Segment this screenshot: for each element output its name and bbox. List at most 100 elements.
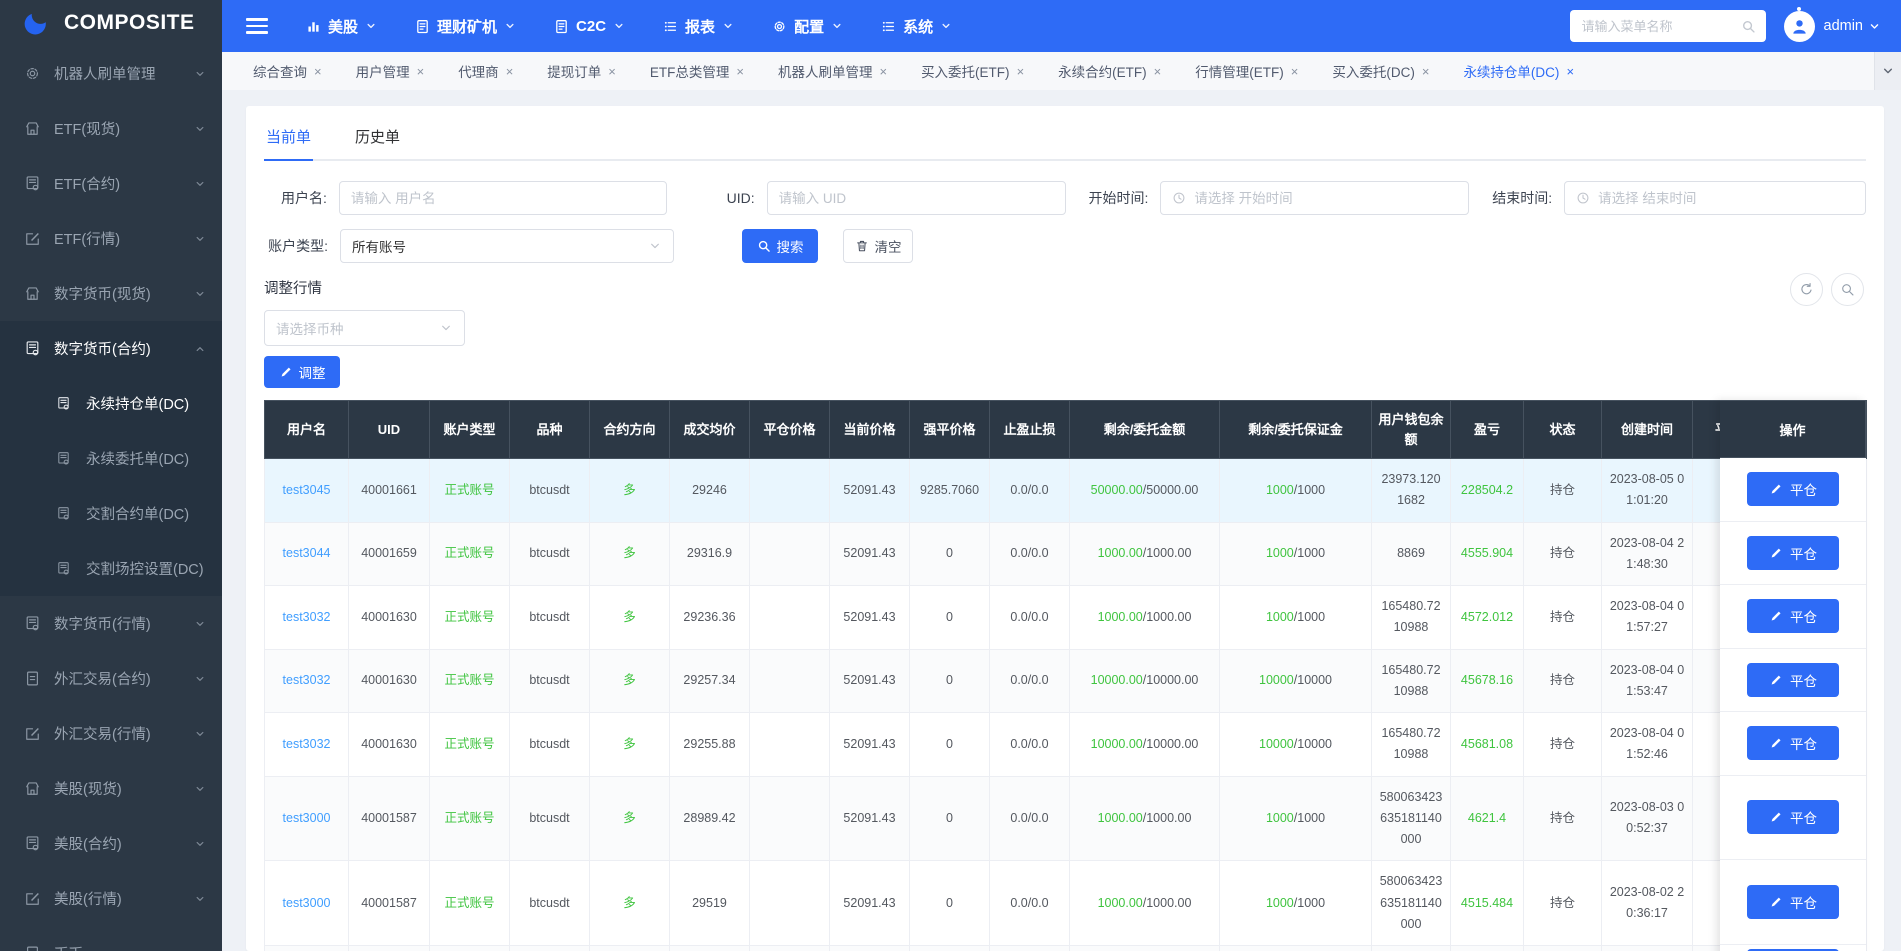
refresh-icon[interactable]	[1790, 273, 1823, 306]
username-link[interactable]: test3045	[283, 483, 331, 497]
close-position-button[interactable]: 平仓	[1747, 662, 1839, 697]
table-cell: 40001659	[348, 522, 430, 586]
open-tab[interactable]: 买入委托(DC) ×	[1315, 61, 1446, 81]
open-tab[interactable]: 行情管理(ETF) ×	[1178, 61, 1315, 81]
table-cell: test3032	[264, 649, 349, 713]
table-cell: 0.0/0.0	[989, 458, 1070, 523]
open-tab[interactable]: 提现订单 ×	[530, 61, 633, 81]
search-button[interactable]: 搜索	[742, 229, 818, 263]
open-tab[interactable]: 综合查询 ×	[236, 61, 339, 81]
username-field[interactable]	[338, 181, 668, 215]
table-cell	[749, 649, 830, 713]
avatar[interactable]	[1783, 6, 1815, 42]
username-link[interactable]: test3000	[283, 811, 331, 825]
sidebar-item-外汇交易(行情)[interactable]: 外汇交易(行情)	[0, 706, 222, 761]
sidebar-item-交割合约单(DC)[interactable]: 交割合约单(DC)	[0, 486, 222, 541]
close-position-button[interactable]: 平仓	[1747, 599, 1839, 634]
sidebar-item-美股(合约)[interactable]: 美股(合约)	[0, 816, 222, 871]
close-icon[interactable]: ×	[1291, 65, 1299, 78]
menu-search-box[interactable]	[1569, 10, 1766, 42]
sidebar-item-永续委托单(DC)[interactable]: 永续委托单(DC)	[0, 431, 222, 486]
table-cell: 0.0/0.0	[989, 860, 1070, 946]
open-tab[interactable]: 机器人刷单管理 ×	[761, 61, 904, 81]
close-icon[interactable]: ×	[1017, 65, 1025, 78]
table-cell: 0	[909, 776, 990, 862]
admin-username[interactable]: admin	[1824, 18, 1864, 34]
sidebar-item-美股(行情)[interactable]: 美股(行情)	[0, 871, 222, 926]
close-icon[interactable]: ×	[417, 65, 425, 78]
end-time-field[interactable]	[1564, 181, 1866, 215]
clear-button[interactable]: 清空	[843, 229, 913, 263]
sidebar-item-数字货币(现货)[interactable]: 数字货币(现货)	[0, 266, 222, 321]
start-time-input[interactable]	[1194, 190, 1458, 206]
close-icon[interactable]: ×	[1566, 65, 1574, 78]
close-icon[interactable]: ×	[314, 65, 322, 78]
hamburger-menu-icon[interactable]	[246, 18, 268, 34]
sidebar-item-数字货币(合约)[interactable]: 数字货币(合约)	[0, 321, 222, 376]
sidebar-item-数字货币(行情)[interactable]: 数字货币(行情)	[0, 596, 222, 651]
table-row: ff1061745 11251381 2023-08-0	[264, 945, 1867, 951]
topnav-item[interactable]: 配置	[772, 16, 843, 37]
open-tab[interactable]: 买入委托(ETF) ×	[904, 61, 1041, 81]
topnav-item[interactable]: C2C	[554, 18, 625, 35]
coin-select[interactable]: 请选择币种	[264, 310, 465, 346]
topnav-item[interactable]: 系统	[881, 16, 952, 37]
open-tab[interactable]: 永续合约(ETF) ×	[1041, 61, 1178, 81]
end-time-input[interactable]	[1598, 190, 1854, 206]
sidebar-item-永续持仓单(DC)[interactable]: 永续持仓单(DC)	[0, 376, 222, 431]
topnav-item[interactable]: 理财矿机	[415, 16, 516, 37]
close-icon[interactable]: ×	[1422, 65, 1430, 78]
sidebar-item-ETF(合约)[interactable]: ETF(合约)	[0, 156, 222, 211]
open-tab[interactable]: 代理商 ×	[441, 61, 530, 81]
adjust-button[interactable]: 调整	[264, 356, 340, 388]
username-link[interactable]: test3000	[283, 896, 331, 910]
chevron-down-icon	[722, 20, 734, 32]
close-position-button[interactable]: 平仓	[1747, 472, 1839, 507]
sidebar-item-美股(现货)[interactable]: 美股(现货)	[0, 761, 222, 816]
topnav-item-label: 报表	[685, 18, 716, 36]
sidebar-item-ETF(现货)[interactable]: ETF(现货)	[0, 101, 222, 156]
open-tab[interactable]: 用户管理 ×	[339, 61, 442, 81]
panel-tab-历史单[interactable]: 历史单	[353, 120, 402, 159]
open-tab-label: 永续合约(ETF)	[1058, 65, 1147, 80]
username-input[interactable]	[350, 190, 656, 206]
panel-tab-当前单[interactable]: 当前单	[264, 120, 314, 161]
topnav-item[interactable]: 美股	[306, 16, 377, 37]
chevron-down-icon[interactable]	[1868, 20, 1881, 33]
close-position-button[interactable]: 平仓	[1747, 535, 1839, 570]
search-icon[interactable]	[1741, 19, 1756, 34]
sidebar-item-交割场控设置(DC)[interactable]: 交割场控设置(DC)	[0, 541, 222, 596]
close-icon[interactable]: ×	[1154, 65, 1162, 78]
sidebar-item-币币[interactable]: 币币	[0, 926, 222, 951]
table-cell: 10000/10000	[1219, 712, 1372, 777]
start-time-field[interactable]	[1160, 181, 1470, 215]
sidebar-item-外汇交易(合约)[interactable]: 外汇交易(合约)	[0, 651, 222, 706]
close-position-button[interactable]: 平仓	[1747, 800, 1839, 835]
close-icon[interactable]: ×	[879, 65, 887, 78]
username-link[interactable]: test3032	[283, 737, 331, 751]
table-cell: 50000.00/50000.00	[1069, 458, 1220, 523]
table-cell: 1000/1000	[1219, 458, 1372, 523]
account-type-select[interactable]: 所有账号	[340, 229, 674, 263]
username-link[interactable]: test3032	[283, 610, 331, 624]
username-link[interactable]: test3032	[283, 673, 331, 687]
tabs-overflow-chevron-icon[interactable]	[1874, 52, 1901, 90]
close-icon[interactable]: ×	[506, 65, 514, 78]
brand-name: COMPOSITE	[64, 11, 195, 34]
username-link[interactable]: test3044	[283, 546, 331, 560]
zoom-search-icon[interactable]	[1831, 273, 1864, 306]
menu-search-input[interactable]	[1581, 18, 1741, 34]
sidebar-item-机器人刷单管理[interactable]: 机器人刷单管理	[0, 46, 222, 101]
close-position-button[interactable]: 平仓	[1747, 726, 1839, 761]
table-cell: 正式账号	[429, 522, 510, 586]
sidebar-item-ETF(行情)[interactable]: ETF(行情)	[0, 211, 222, 266]
uid-field[interactable]	[766, 181, 1066, 215]
table-cell: 29316.9	[669, 522, 750, 586]
close-icon[interactable]: ×	[736, 65, 744, 78]
close-position-button[interactable]: 平仓	[1747, 885, 1839, 920]
open-tab[interactable]: ETF总类管理 ×	[633, 61, 761, 81]
uid-input[interactable]	[778, 190, 1054, 206]
topnav-item[interactable]: 报表	[663, 16, 734, 37]
close-icon[interactable]: ×	[608, 65, 616, 78]
open-tab[interactable]: 永续持仓单(DC) ×	[1446, 61, 1591, 81]
